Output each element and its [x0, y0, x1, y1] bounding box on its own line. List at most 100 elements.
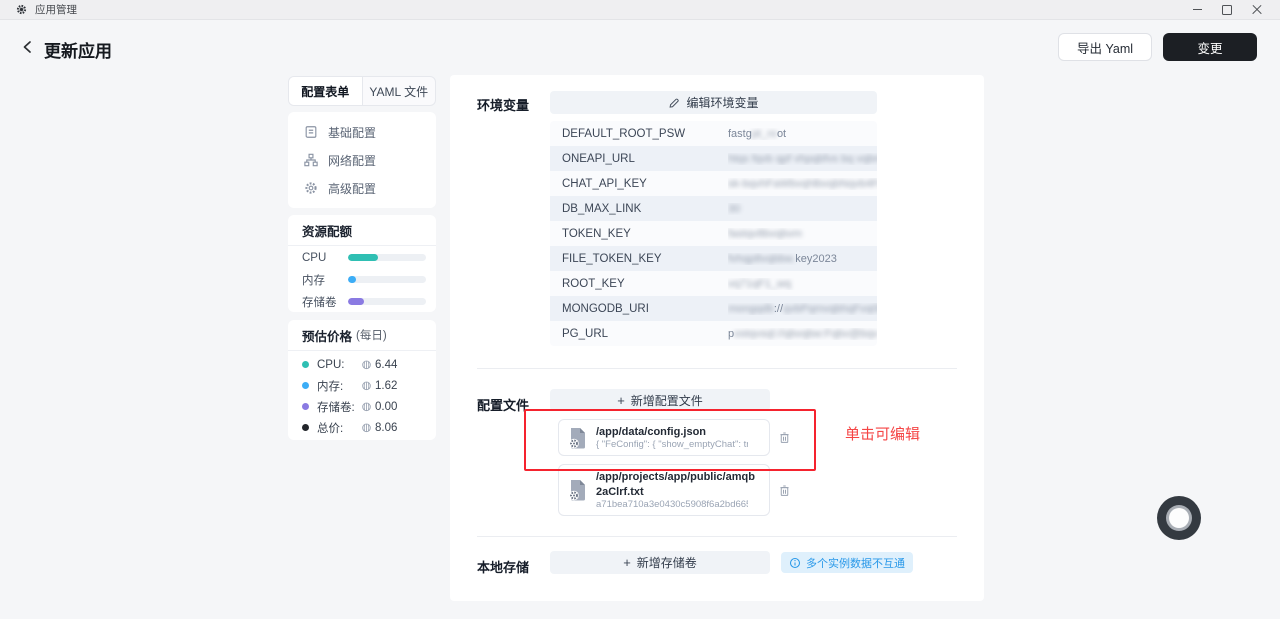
- storage-hint-text: 多个实例数据不互通: [806, 555, 905, 571]
- env-value-redacted: qvbPqmvqbhqFvq0bvq: [783, 303, 877, 315]
- resource-quota-rows: CPU 内存存储卷: [288, 247, 436, 312]
- file-gear-icon: [568, 427, 588, 449]
- coin-icon: [361, 380, 372, 391]
- env-value: 30: [728, 203, 877, 215]
- minimize-icon[interactable]: [1188, 2, 1206, 18]
- config-file-preview: { "FeConfig": { "show_emptyChat": true, …: [596, 439, 748, 450]
- env-row: ROOT_KEYvq71qF1_wq: [550, 271, 877, 296]
- edit-env-button[interactable]: 编辑环境变量: [550, 91, 877, 114]
- sidebar-item-label: 网络配置: [328, 152, 376, 169]
- quota-bar-track: [348, 298, 426, 305]
- sidebar-item-label: 高级配置: [328, 180, 376, 197]
- file-gear-icon: [568, 479, 588, 501]
- apply-changes-button[interactable]: 变更: [1163, 33, 1257, 61]
- tab-form[interactable]: 配置表单: [289, 77, 363, 105]
- section-divider-2: [477, 536, 957, 537]
- config-file-list: /app/data/config.json{ "FeConfig": { "sh…: [550, 419, 877, 524]
- plus-icon: +: [617, 394, 625, 407]
- env-value-part: fastg: [728, 128, 752, 140]
- network-icon: [304, 153, 318, 167]
- config-file-row: /app/projects/app/public/amqb2aClrf.txta…: [558, 464, 877, 516]
- env-value-part: key2023: [795, 253, 837, 265]
- restore-icon[interactable]: [1218, 2, 1236, 18]
- price-label: CPU:: [317, 359, 361, 371]
- env-section-label: 环境变量: [477, 95, 529, 114]
- quota-row: 内存: [288, 269, 436, 290]
- estimated-price-rows: CPU:6.44内存:1.62存储卷:0.00总价:8.06: [288, 351, 436, 438]
- env-row: PG_URLpostqvsql://qbvqbw:Fqbv@bqv: [550, 321, 877, 346]
- config-file-card[interactable]: /app/projects/app/public/amqb2aClrf.txta…: [558, 464, 770, 516]
- env-value-part: ://: [774, 303, 783, 315]
- app-logo-icon: [16, 4, 27, 15]
- add-config-file-button[interactable]: + 新增配置文件: [550, 389, 770, 411]
- price-label: 总价:: [317, 420, 361, 436]
- config-mode-tabs: 配置表单YAML 文件: [288, 76, 436, 106]
- sidebar-item-advanced[interactable]: 高级配置: [288, 174, 436, 202]
- env-row: TOKEN_KEYfastqv8bvqbvm: [550, 221, 877, 246]
- resource-quota-card: 资源配额 CPU内存存储卷: [288, 215, 436, 312]
- price-dot: [302, 424, 309, 431]
- config-file-row: /app/data/config.json{ "FeConfig": { "sh…: [558, 419, 877, 456]
- env-value: sk-bqvhFaWbvqhlbvqbNqvb4Fqv: [728, 178, 877, 190]
- quota-row: 存储卷: [288, 291, 436, 312]
- page-title: 更新应用: [44, 37, 112, 62]
- price-amount: 1.62: [375, 380, 397, 392]
- price-dot: [302, 361, 309, 368]
- sidebar-item-network[interactable]: 网络配置: [288, 146, 436, 174]
- env-key: MONGODB_URI: [550, 303, 728, 315]
- delete-file-button[interactable]: [778, 431, 791, 444]
- info-icon: [789, 557, 801, 569]
- env-value-redacted: mongqdb: [728, 303, 774, 315]
- env-value: fvhqp8vqbbw.key2023: [728, 253, 877, 265]
- trash-icon: [778, 484, 791, 497]
- config-file-texts: /app/projects/app/public/amqb2aClrf.txta…: [596, 470, 760, 510]
- coin-icon: [361, 401, 372, 412]
- storage-hint-badge: 多个实例数据不互通: [781, 552, 913, 573]
- env-row: FILE_TOKEN_KEYfvhqp8vqbbw.key2023: [550, 246, 877, 271]
- price-amount: 0.00: [375, 401, 397, 413]
- export-yaml-button[interactable]: 导出 Yaml: [1058, 33, 1152, 61]
- price-period-suffix: (每日): [356, 327, 387, 343]
- env-value-redacted: 30: [728, 203, 740, 215]
- quota-row: CPU: [288, 247, 436, 268]
- quota-label: 存储卷: [302, 294, 344, 310]
- price-row-storage: 存储卷:0.00: [288, 396, 436, 417]
- pencil-icon: [668, 97, 680, 109]
- config-file-name: /app/data/config.json: [596, 425, 748, 439]
- env-value-redacted: fvhqp8vqbbw.: [728, 253, 795, 265]
- env-value: htqs fqvb qpf vhpqbfvs bq vqbm..: [728, 153, 877, 165]
- doc-icon: [304, 125, 318, 139]
- price-row-total: 总价:8.06: [288, 417, 436, 438]
- price-value: 6.44: [361, 359, 397, 371]
- floating-assistant-button[interactable]: [1157, 496, 1201, 540]
- close-icon[interactable]: [1248, 2, 1266, 18]
- sidebar-item-basic[interactable]: 基础配置: [288, 118, 436, 146]
- env-value-redacted: ostqvsql://qbvqbw:Fqbv@bqv: [734, 328, 877, 340]
- env-row: DEFAULT_ROOT_PSWfastgpt_root: [550, 121, 877, 146]
- titlebar: 应用管理: [0, 0, 1280, 20]
- sidebar-item-label: 基础配置: [328, 124, 376, 141]
- price-row-memory: 内存:1.62: [288, 375, 436, 396]
- add-storage-volume-button[interactable]: + 新增存储卷: [550, 551, 770, 574]
- quota-label: CPU: [302, 252, 344, 264]
- env-key: ONEAPI_URL: [550, 153, 728, 165]
- price-value: 0.00: [361, 401, 397, 413]
- delete-file-button[interactable]: [778, 484, 791, 497]
- back-icon[interactable]: [20, 39, 36, 55]
- price-value: 8.06: [361, 422, 397, 434]
- env-value-redacted: fastqv8bvqbvm: [728, 228, 802, 240]
- config-nav: 基础配置网络配置高级配置: [288, 112, 436, 208]
- quota-label: 内存: [302, 272, 344, 288]
- tab-yaml[interactable]: YAML 文件: [363, 77, 436, 105]
- gear-icon: [304, 181, 318, 195]
- app-window: 应用管理 更新应用 导出 Yaml 变更 配置表单YAML 文件 基础配置网络配…: [0, 0, 1280, 619]
- config-file-preview: a71bea710a3e0430c5908f6a2bd66526: [596, 499, 748, 510]
- price-value: 1.62: [361, 380, 397, 392]
- config-file-name: /app/projects/app/public/amqb2aClrf.txt: [596, 470, 760, 499]
- env-key: FILE_TOKEN_KEY: [550, 253, 728, 265]
- logo-icon: [16, 4, 27, 15]
- price-row-cpu: CPU:6.44: [288, 354, 436, 375]
- quota-bar-track: [348, 276, 426, 283]
- env-value: fastqv8bvqbvm: [728, 228, 877, 240]
- config-file-card[interactable]: /app/data/config.json{ "FeConfig": { "sh…: [558, 419, 770, 456]
